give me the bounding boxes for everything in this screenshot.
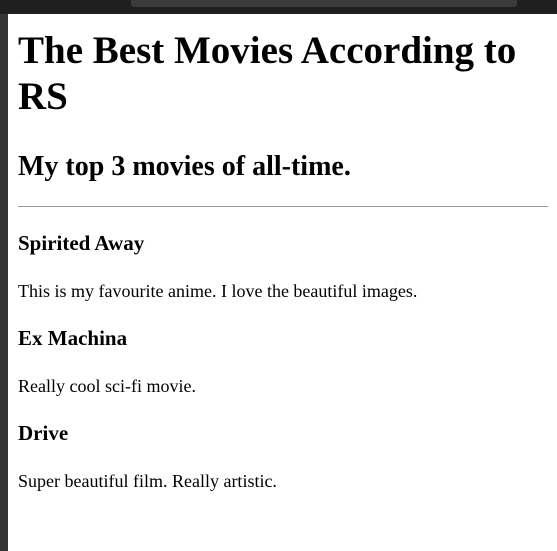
page-title: The Best Movies According to RS (18, 29, 517, 118)
browser-top-bar (0, 0, 557, 14)
movie-item-drive: Drive Super beautiful film. Really artis… (18, 421, 548, 492)
address-bar[interactable] (131, 0, 517, 7)
movie-description: Really cool sci-fi movie. (18, 376, 196, 396)
window-frame-left (0, 0, 8, 551)
movie-item-ex-machina: Ex Machina Really cool sci-fi movie. (18, 326, 548, 397)
movie-description: This is my favourite anime. I love the b… (18, 281, 418, 301)
movie-title: Drive (18, 421, 69, 445)
movie-item-spirited-away: Spirited Away This is my favourite anime… (18, 231, 548, 302)
movie-title: Ex Machina (18, 326, 128, 350)
movie-description: Super beautiful film. Really artistic. (18, 471, 277, 491)
page-subtitle: My top 3 movies of all-time. (18, 151, 351, 182)
page-content: The Best Movies According to RS My top 3… (18, 14, 548, 492)
divider (18, 206, 548, 207)
movie-title: Spirited Away (18, 231, 145, 255)
